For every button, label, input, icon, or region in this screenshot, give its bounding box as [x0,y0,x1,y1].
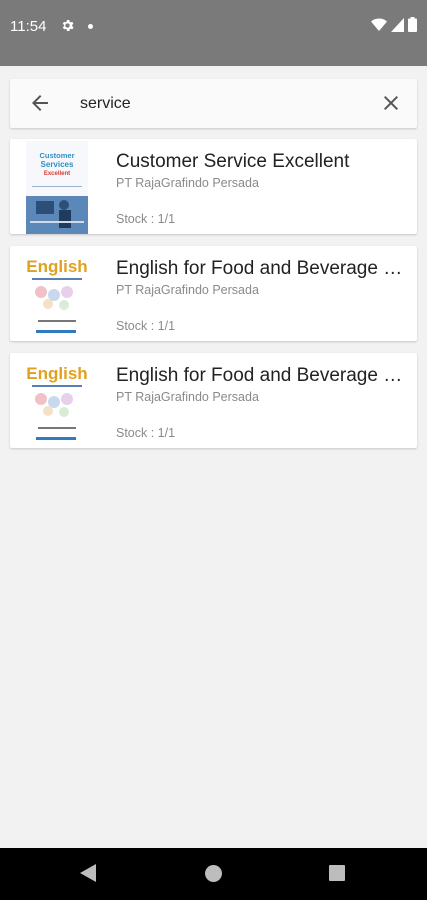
list-item[interactable]: Customer Services Excellent Customer Ser… [10,139,417,234]
battery-icon [408,17,417,32]
book-title: English for Food and Beverage Services [116,258,406,279]
book-title: English for Food and Beverage Services [116,365,406,386]
book-stock: Stock : 1/1 [116,426,176,440]
triangle-back-icon[interactable] [80,864,96,882]
cover-title-mid: Services [41,160,74,169]
book-cover-customer-service: Customer Services Excellent [26,141,88,234]
book-stock: Stock : 1/1 [116,212,176,226]
search-input[interactable] [78,91,372,117]
book-stock: Stock : 1/1 [116,319,176,333]
status-bar: 11:54 [0,0,427,66]
arrow-left-icon[interactable] [28,91,52,115]
book-publisher: PT RajaGrafindo Persada [116,390,259,404]
search-bar [10,79,417,128]
book-title: Customer Service Excellent [116,151,350,172]
book-publisher: PT RajaGrafindo Persada [116,176,259,190]
square-recents-icon[interactable] [329,865,345,881]
circle-home-icon[interactable] [205,865,222,882]
cover-title-top: English [26,257,87,276]
book-cover: English [26,248,88,341]
system-nav-bar [0,848,427,900]
list-item[interactable]: English English for Food and Beverage Se… [10,353,417,448]
cover-title-top: English [26,364,87,383]
book-publisher: PT RajaGrafindo Persada [116,283,259,297]
gear-icon [62,20,74,31]
cover-title-top: Customer [39,151,74,160]
book-cover-english-food: English [26,248,88,341]
cover-title-accent: Excellent [44,171,70,177]
wifi-icon [371,18,387,31]
status-icons [371,17,417,32]
signal-icon [391,17,404,32]
list-item[interactable]: English English for Food and Beverage Se… [10,246,417,341]
book-cover: English [26,355,88,448]
book-cover-english-food: English [26,355,88,448]
status-time: 11:54 [10,18,47,35]
book-cover: Customer Services Excellent [26,141,88,234]
close-icon[interactable] [379,91,403,115]
search-results-list: Customer Services Excellent Customer Ser… [10,139,417,460]
notification-dot-icon [88,24,93,29]
